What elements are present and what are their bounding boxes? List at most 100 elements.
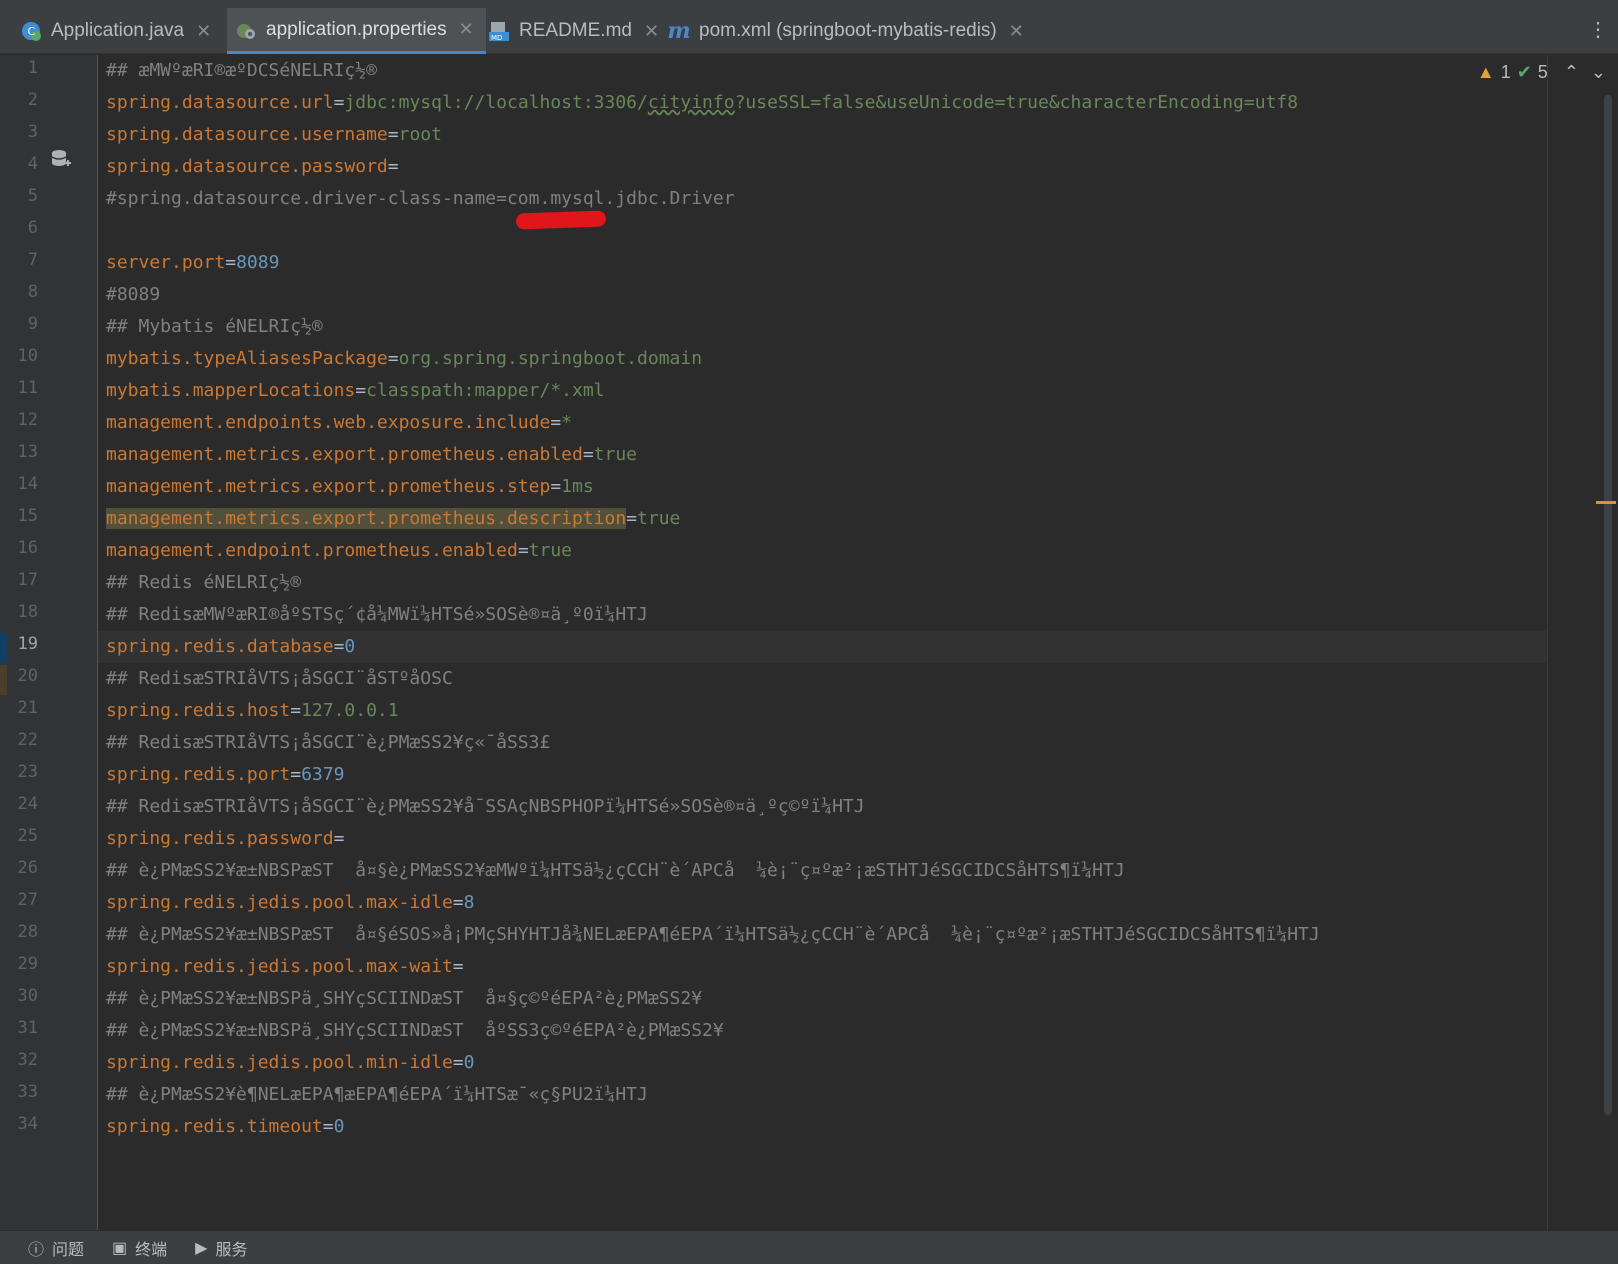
property-value: 127.0.0.1 bbox=[301, 700, 399, 721]
code-line[interactable]: spring.datasource.password= bbox=[106, 151, 399, 183]
code-line[interactable]: ## Mybatis éNELRIç½® bbox=[106, 311, 323, 343]
database-icon[interactable] bbox=[50, 148, 72, 175]
line-number[interactable]: 7 bbox=[0, 250, 38, 270]
line-number[interactable]: 27 bbox=[0, 890, 38, 910]
close-icon[interactable]: ✕ bbox=[459, 19, 474, 40]
line-number[interactable]: 15 bbox=[0, 506, 38, 526]
line-number[interactable]: 8 bbox=[0, 282, 38, 302]
code-line[interactable]: spring.redis.jedis.pool.max-idle=8 bbox=[106, 887, 474, 919]
line-number[interactable]: 1 bbox=[0, 58, 38, 78]
vertical-scrollbar[interactable] bbox=[1604, 95, 1612, 1115]
code-line[interactable]: ## RedisæMWºæRI®åºSTSç´¢å¼MWï¼HTSé»SOSè®… bbox=[106, 599, 648, 631]
comment-text: ## è¿PMæSS2¥æ±NBSPä¸SHYçSCIINDæST å¤§ç©º… bbox=[106, 988, 703, 1009]
line-number[interactable]: 34 bbox=[0, 1114, 38, 1134]
line-number[interactable]: 10 bbox=[0, 346, 38, 366]
property-value: true bbox=[637, 508, 681, 529]
line-number[interactable]: 20 bbox=[0, 666, 38, 686]
line-number[interactable]: 31 bbox=[0, 1018, 38, 1038]
line-number[interactable]: 23 bbox=[0, 762, 38, 782]
property-key: management.metrics.export.prometheus.ena… bbox=[106, 444, 583, 465]
code-line[interactable]: ## RedisæSTRIåVTS¡åSGCI¨è¿PMæSS2¥ç«¯åSS3… bbox=[106, 727, 550, 759]
code-line[interactable]: ## è¿PMæSS2¥æ±NBSPæST å¤§è¿PMæSS2¥æMWºï¼… bbox=[106, 855, 1125, 887]
tab-pom-xml[interactable]: m pom.xml (springboot-mybatis-redis) ✕ bbox=[667, 8, 1024, 54]
code-line[interactable]: spring.redis.timeout=0 bbox=[106, 1111, 344, 1143]
separator: = bbox=[582, 444, 594, 465]
terminal-tool-button[interactable]: ▣ 终端 bbox=[112, 1236, 167, 1260]
scrollbar-warning-mark[interactable] bbox=[1596, 501, 1616, 504]
code-line[interactable]: spring.redis.jedis.pool.min-idle=0 bbox=[106, 1047, 474, 1079]
tab-application-properties[interactable]: application.properties ✕ bbox=[227, 8, 486, 54]
code-line[interactable]: ## æMWºæRI®æºDCSéNELRIç½® bbox=[106, 55, 377, 87]
line-number[interactable]: 12 bbox=[0, 410, 38, 430]
code-line[interactable]: server.port=8089 bbox=[106, 247, 279, 279]
code-line[interactable]: spring.redis.host=127.0.0.1 bbox=[106, 695, 399, 727]
line-number[interactable]: 22 bbox=[0, 730, 38, 750]
line-number[interactable]: 24 bbox=[0, 794, 38, 814]
line-number[interactable]: 6 bbox=[0, 218, 38, 238]
tab-readme-md[interactable]: MD README.md ✕ bbox=[488, 8, 659, 54]
code-line[interactable]: management.endpoints.web.exposure.includ… bbox=[106, 407, 572, 439]
code-line[interactable]: management.metrics.export.prometheus.ena… bbox=[106, 439, 637, 471]
close-icon[interactable]: ✕ bbox=[1009, 21, 1024, 42]
line-number[interactable]: 21 bbox=[0, 698, 38, 718]
line-number[interactable]: 4 bbox=[0, 154, 38, 174]
property-key: management.metrics.export.prometheus.ste… bbox=[106, 476, 551, 497]
separator: = bbox=[387, 156, 399, 177]
code-line[interactable]: mybatis.mapperLocations=classpath:mapper… bbox=[106, 375, 605, 407]
line-number[interactable]: 25 bbox=[0, 826, 38, 846]
line-number[interactable]: 17 bbox=[0, 570, 38, 590]
code-line[interactable]: ## RedisæSTRIåVTS¡åSGCI¨åSTºåOSC bbox=[106, 663, 453, 695]
code-line[interactable]: management.endpoint.prometheus.enabled=t… bbox=[106, 535, 572, 567]
property-key: spring.redis.timeout bbox=[106, 1116, 323, 1137]
code-line[interactable]: management.metrics.export.prometheus.ste… bbox=[106, 471, 594, 503]
line-number[interactable]: 28 bbox=[0, 922, 38, 942]
line-number[interactable]: 19 bbox=[0, 634, 38, 654]
property-key: spring.redis.port bbox=[106, 764, 291, 785]
code-line[interactable]: #8089 bbox=[106, 279, 160, 311]
code-line[interactable]: spring.datasource.username=root bbox=[106, 119, 442, 151]
code-line[interactable]: spring.datasource.url=jdbc:mysql://local… bbox=[106, 87, 1298, 119]
code-line[interactable]: spring.redis.jedis.pool.max-wait= bbox=[106, 951, 464, 983]
code-line[interactable]: ## è¿PMæSS2¥æ±NBSPä¸SHYçSCIINDæST åºSS3ç… bbox=[106, 1015, 724, 1047]
property-value: ?useSSL=false&useUnicode=true&characterE… bbox=[734, 92, 1299, 113]
code-line[interactable]: ## è¿PMæSS2¥è¶NELæEPA¶æEPA¶éEPA´ï¼HTSæ¯«… bbox=[106, 1079, 648, 1111]
line-number[interactable]: 5 bbox=[0, 186, 38, 206]
property-key: spring.redis.database bbox=[106, 636, 334, 657]
line-number[interactable]: 32 bbox=[0, 1050, 38, 1070]
line-number[interactable]: 29 bbox=[0, 954, 38, 974]
line-number[interactable]: 9 bbox=[0, 314, 38, 334]
code-line[interactable]: spring.redis.database=0 bbox=[106, 631, 355, 663]
line-number[interactable]: 33 bbox=[0, 1082, 38, 1102]
separator: = bbox=[452, 892, 464, 913]
code-line[interactable]: ## RedisæSTRIåVTS¡åSGCI¨è¿PMæSS2¥å¯SSAçN… bbox=[106, 791, 865, 823]
code-line[interactable]: management.metrics.export.prometheus.des… bbox=[106, 503, 680, 535]
chevron-up-icon[interactable]: ⌃ bbox=[1564, 62, 1579, 83]
line-number[interactable]: 18 bbox=[0, 602, 38, 622]
line-number[interactable]: 26 bbox=[0, 858, 38, 878]
warning-icon: ▲ bbox=[1476, 62, 1495, 82]
code-line[interactable]: #spring.datasource.driver-class-name=com… bbox=[106, 183, 735, 215]
code-line[interactable]: spring.redis.password= bbox=[106, 823, 344, 855]
line-number[interactable]: 14 bbox=[0, 474, 38, 494]
code-editor[interactable]: ## æMWºæRI®æºDCSéNELRIç½® spring.datasour… bbox=[98, 55, 1548, 1230]
code-line[interactable]: ## Redis éNELRIç½® bbox=[106, 567, 301, 599]
comment-text: ## Redis éNELRIç½® bbox=[106, 572, 302, 593]
inspection-widget[interactable]: ▲ 1 ✔ 5 ⌃ ⌄ bbox=[1477, 62, 1606, 83]
services-tool-button[interactable]: ▶ 服务 bbox=[195, 1236, 247, 1260]
line-number[interactable]: 3 bbox=[0, 122, 38, 142]
problems-tool-button[interactable]: ⓘ 问题 bbox=[28, 1236, 84, 1260]
close-icon[interactable]: ✕ bbox=[196, 21, 211, 42]
code-line[interactable]: ## è¿PMæSS2¥æ±NBSPæST å¤§éSOS»å¡PMçSHYHT… bbox=[106, 919, 1320, 951]
chevron-down-icon[interactable]: ⌄ bbox=[1591, 62, 1606, 83]
code-line[interactable]: mybatis.typeAliasesPackage=org.spring.sp… bbox=[106, 343, 702, 375]
tab-application-java[interactable]: C Application.java ✕ bbox=[20, 8, 211, 54]
close-icon[interactable]: ✕ bbox=[644, 21, 659, 42]
more-vertical-icon[interactable]: ⋮ bbox=[1588, 20, 1608, 40]
code-line[interactable]: spring.redis.port=6379 bbox=[106, 759, 344, 791]
line-number[interactable]: 11 bbox=[0, 378, 38, 398]
line-number[interactable]: 30 bbox=[0, 986, 38, 1006]
line-number[interactable]: 2 bbox=[0, 90, 38, 110]
line-number[interactable]: 13 bbox=[0, 442, 38, 462]
code-line[interactable]: ## è¿PMæSS2¥æ±NBSPä¸SHYçSCIINDæST å¤§ç©º… bbox=[106, 983, 702, 1015]
line-number[interactable]: 16 bbox=[0, 538, 38, 558]
